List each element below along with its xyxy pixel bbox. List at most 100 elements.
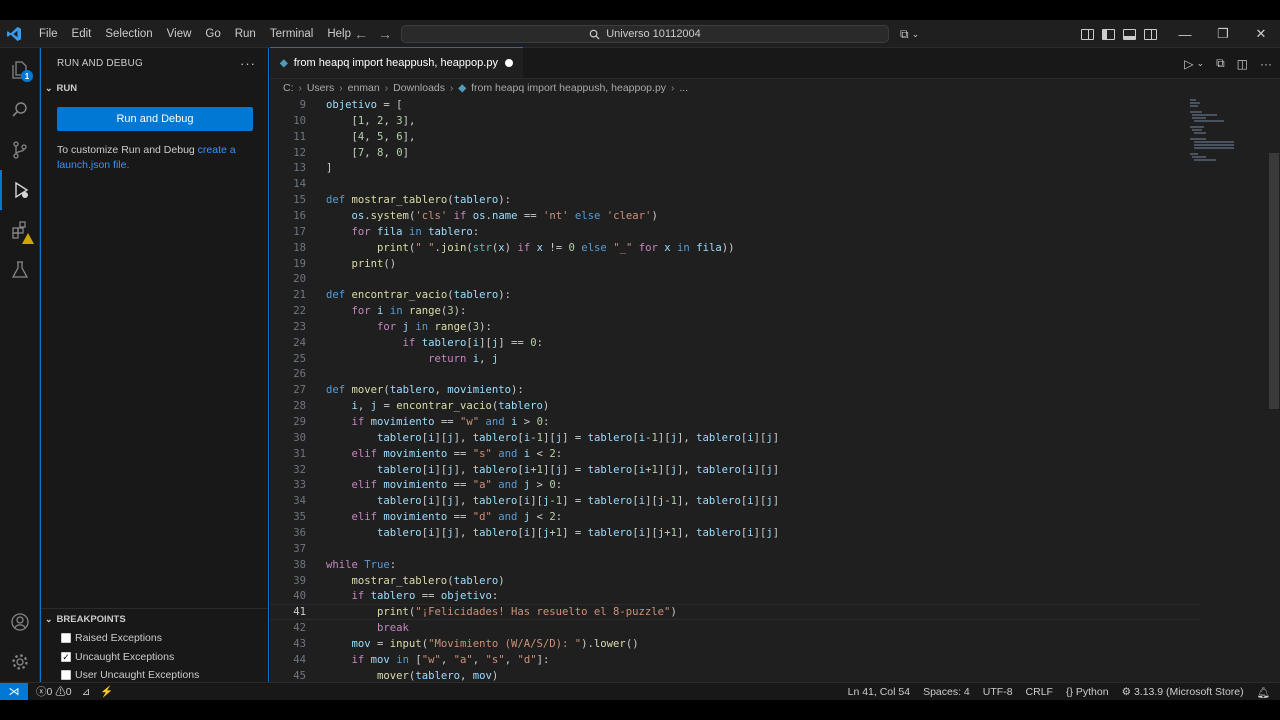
toggle-panel-icon[interactable] — [1123, 28, 1136, 40]
code-line[interactable]: 9 objetivo = [ — [270, 97, 1200, 113]
breadcrumb-item[interactable]: Downloads — [393, 82, 445, 94]
code-line[interactable]: 18 print(" ".join(str(x) if x != 0 else … — [270, 240, 1200, 256]
code-line[interactable]: 40 if tablero == objetivo: — [270, 588, 1200, 604]
code-line[interactable]: 27 def mover(tablero, movimiento): — [270, 382, 1200, 398]
breadcrumb-item[interactable]: C: — [283, 82, 294, 94]
code-line[interactable]: 37 — [270, 541, 1200, 557]
code-line[interactable]: 19 print() — [270, 256, 1200, 272]
split-editor-icon[interactable]: ◫ — [1237, 57, 1248, 71]
code-line[interactable]: 11 [4, 5, 6], — [270, 129, 1200, 145]
encoding[interactable]: UTF-8 — [983, 686, 1013, 698]
code-line[interactable]: 41 print("¡Felicidades! Has resuelto el … — [270, 604, 1200, 621]
breadcrumb-item[interactable]: enman — [348, 82, 380, 94]
forward-arrow-icon[interactable]: → — [378, 26, 392, 42]
breakpoint-item[interactable]: ✓ Uncaught Exceptions — [41, 648, 268, 667]
command-center-search[interactable]: Universo 10112004 — [401, 25, 889, 43]
code-line[interactable]: 31 elif movimiento == "s" and i < 2: — [270, 446, 1200, 462]
code-line[interactable]: 13] — [270, 160, 1200, 176]
code-line[interactable]: 21 def encontrar_vacio(tablero): — [270, 287, 1200, 303]
breakpoint-item[interactable]: Raised Exceptions — [41, 629, 268, 648]
close-icon[interactable]: ✕ — [1242, 20, 1280, 48]
run-and-debug-button[interactable]: Run and Debug — [57, 107, 253, 131]
checkbox-icon[interactable] — [61, 670, 71, 681]
remote-indicator-icon[interactable]: ⋊ — [0, 682, 28, 701]
ports-icon[interactable]: ⊿ — [82, 686, 91, 698]
more-actions-icon[interactable]: ··· — [240, 56, 256, 71]
breakpoints-header[interactable]: ⌄ BREAKPOINTS — [41, 609, 268, 629]
chevron-down-icon[interactable]: ⌄ — [1197, 58, 1205, 69]
code-line[interactable]: 16 os.system('cls' if os.name == 'nt' el… — [270, 208, 1200, 224]
code-line[interactable]: 23 for j in range(3): — [270, 319, 1200, 335]
problems-indicator[interactable]: ⓧ0 ⚠0 — [36, 684, 72, 699]
code-line[interactable]: 43 mov = input("Movimiento (W/A/S/D): ")… — [270, 636, 1200, 652]
customize-layout-icon[interactable] — [1081, 28, 1094, 40]
menu-item-edit[interactable]: Edit — [65, 20, 99, 48]
code-line[interactable]: 24 if tablero[i][j] == 0: — [270, 335, 1200, 351]
testing-icon[interactable] — [0, 250, 40, 290]
menu-item-selection[interactable]: Selection — [98, 20, 159, 48]
code-line[interactable]: 28 i, j = encontrar_vacio(tablero) — [270, 398, 1200, 414]
run-section-header[interactable]: ⌄ RUN — [41, 78, 268, 98]
restore-icon[interactable]: ❐ — [1204, 20, 1242, 48]
code-line[interactable]: 17 for fila in tablero: — [270, 224, 1200, 240]
code-line[interactable]: 38 while True: — [270, 557, 1200, 573]
code-line[interactable]: 10 [1, 2, 3], — [270, 113, 1200, 129]
code-line[interactable]: 39 mostrar_tablero(tablero) — [270, 573, 1200, 589]
debug-launch-icon[interactable]: ⚡ — [100, 685, 113, 698]
code-line[interactable]: 42 break — [270, 620, 1200, 636]
code-line[interactable]: 15 def mostrar_tablero(tablero): — [270, 192, 1200, 208]
checkbox-checked-icon[interactable]: ✓ — [61, 651, 71, 662]
breadcrumb-item[interactable]: from heapq import heappush, heappop.py — [471, 82, 666, 94]
code-editor[interactable]: 9 objetivo = [10 [1, 2, 3], 11 [4, 5, 6], 1… — [270, 97, 1270, 682]
code-line[interactable]: 12 [7, 8, 0] — [270, 145, 1200, 161]
copilot-menu[interactable]: ⧉ ⌄ — [900, 20, 919, 48]
code-line[interactable]: 20 — [270, 271, 1200, 287]
menu-item-run[interactable]: Run — [228, 20, 263, 48]
run-and-debug-icon[interactable] — [0, 170, 40, 210]
toggle-primary-sidebar-icon[interactable] — [1102, 28, 1115, 40]
menu-item-terminal[interactable]: Terminal — [263, 20, 320, 48]
indentation[interactable]: Spaces: 4 — [923, 686, 970, 698]
end-of-line[interactable]: CRLF — [1026, 686, 1053, 698]
code-line[interactable]: 34 tablero[i][j], tablero[i][j-1] = tabl… — [270, 493, 1200, 509]
settings-gear-icon[interactable] — [0, 642, 40, 682]
code-line[interactable]: 36 tablero[i][j], tablero[i][j+1] = tabl… — [270, 525, 1200, 541]
cursor-position[interactable]: Ln 41, Col 54 — [848, 686, 910, 698]
code-line[interactable]: 35 elif movimiento == "d" and j < 2: — [270, 509, 1200, 525]
search-icon[interactable] — [0, 90, 40, 130]
language-mode[interactable]: {} Python — [1066, 686, 1109, 698]
code-line[interactable]: 44 if mov in ["w", "a", "s", "d"]: — [270, 652, 1200, 668]
more-actions-icon[interactable]: ··· — [1260, 57, 1272, 71]
toggle-secondary-sidebar-icon[interactable] — [1144, 28, 1157, 40]
code-line[interactable]: 33 elif movimiento == "a" and j > 0: — [270, 477, 1200, 493]
run-python-file-icon[interactable]: ▷ — [1184, 57, 1193, 71]
code-line[interactable]: 22 for i in range(3): — [270, 303, 1200, 319]
breadcrumb-item[interactable]: ... — [679, 82, 688, 94]
back-arrow-icon[interactable]: ← — [354, 26, 368, 42]
minimap[interactable] — [1190, 97, 1250, 167]
scrollbar-thumb[interactable] — [1269, 153, 1279, 409]
minimize-icon[interactable]: — — [1166, 20, 1204, 48]
vertical-scrollbar[interactable] — [1267, 97, 1280, 682]
accounts-icon[interactable] — [0, 602, 40, 642]
source-control-icon[interactable] — [0, 130, 40, 170]
unsaved-dot-icon[interactable] — [505, 59, 513, 67]
breadcrumb-item[interactable]: Users — [307, 82, 334, 94]
explorer-icon[interactable]: 1 — [0, 50, 40, 90]
code-line[interactable]: 14 — [270, 176, 1200, 192]
menu-item-view[interactable]: View — [160, 20, 199, 48]
open-changes-icon[interactable]: ⧉ — [1216, 56, 1225, 71]
menu-item-file[interactable]: File — [32, 20, 65, 48]
checkbox-icon[interactable] — [61, 633, 71, 644]
menu-item-go[interactable]: Go — [198, 20, 227, 48]
notifications-bell-icon[interactable]: 🔔︎ — [1257, 686, 1270, 699]
extensions-icon[interactable] — [0, 210, 40, 250]
python-interpreter[interactable]: ⚙ 3.13.9 (Microsoft Store) — [1122, 686, 1244, 698]
code-line[interactable]: 32 tablero[i][j], tablero[i+1][j] = tabl… — [270, 462, 1200, 478]
code-line[interactable]: 30 tablero[i][j], tablero[i-1][j] = tabl… — [270, 430, 1200, 446]
code-line[interactable]: 26 — [270, 366, 1200, 382]
code-line[interactable]: 25 return i, j — [270, 351, 1200, 367]
code-line[interactable]: 45 mover(tablero, mov) — [270, 668, 1200, 682]
editor-tab-active[interactable]: ◆ from heapq import heappush, heappop.py — [270, 47, 523, 78]
code-line[interactable]: 29 if movimiento == "w" and i > 0: — [270, 414, 1200, 430]
